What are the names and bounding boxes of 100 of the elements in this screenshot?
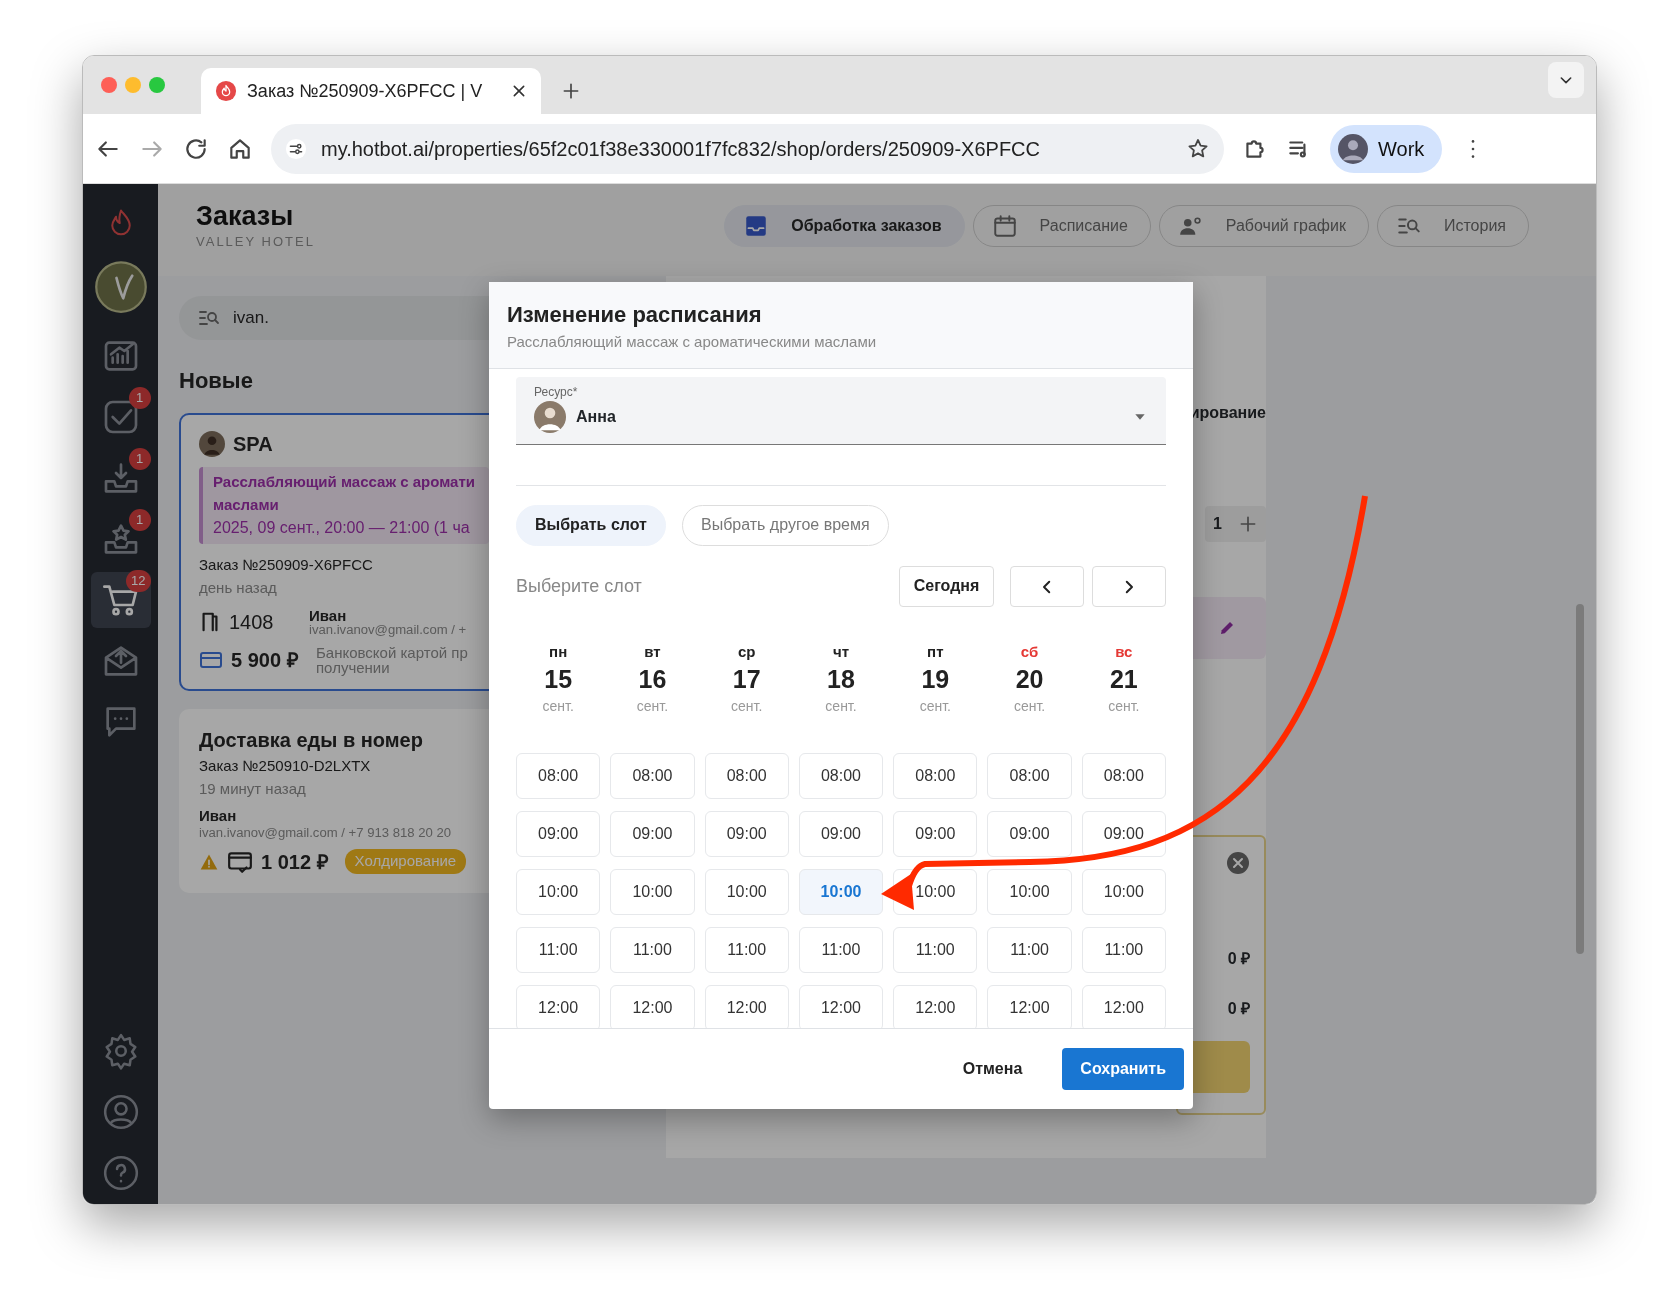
nav-tab[interactable]: Расписание (972, 205, 1151, 247)
tab-list-button[interactable] (1548, 62, 1584, 98)
count-badge: 12 (126, 570, 151, 592)
time-slot[interactable]: 08:00 (704, 752, 789, 799)
hotel-name: VALLEY HOTEL (196, 232, 315, 251)
weekday-label: вс (1114, 641, 1134, 662)
sidebar-item[interactable]: 1 (90, 450, 151, 506)
today-button[interactable]: Сегодня (899, 565, 994, 607)
weekday-label: пн (548, 641, 569, 662)
time-slot[interactable]: 11:00 (1081, 926, 1166, 973)
order-card[interactable]: SPA Расслабляющий массаж с аромати маслами 2025, 09 сент., 20:00 — 21:00 (1 ча Заказ №250909-X6PFCC день назад 1408 Иван ivan.ivanov@gmail.com / + 5 900 ₽ Банковской картой пр получении (179, 413, 489, 691)
time-slot[interactable]: 11:00 (516, 926, 601, 973)
page-title: Заказы (196, 202, 295, 232)
sidebar-item[interactable]: 12 (90, 572, 151, 628)
time-slot[interactable]: 12:00 (893, 984, 978, 1028)
tab-title: Заказ №250909-X6PFCC | V (247, 79, 484, 103)
time-slot[interactable]: 11:00 (610, 926, 695, 973)
time-slot[interactable]: 10:00 (516, 868, 601, 915)
time-slot[interactable]: 10:00 (704, 868, 789, 915)
address-bar[interactable]: my.hotbot.ai/properties/65f2c01f38e330001f7fc832/shop/orders/250909-X6PFCC (271, 123, 1224, 174)
time-slot[interactable]: 09:00 (798, 810, 884, 857)
order-age: день назад (199, 577, 278, 598)
month-label: сент. (730, 696, 764, 716)
mode-tab[interactable]: Выбрать другое время (681, 504, 889, 546)
time-slot[interactable]: 10:00 (610, 868, 695, 915)
time-slot[interactable]: 12:00 (798, 984, 884, 1028)
count-badge: 1 (128, 387, 151, 409)
time-slot[interactable]: 11:00 (987, 926, 1072, 973)
sidebar-item[interactable]: 1 (90, 511, 151, 567)
dialog-subtitle: Расслабляющий массаж с ароматическими маслами (507, 332, 878, 352)
day-number: 17 (731, 664, 762, 695)
maximize-window-button[interactable] (149, 77, 165, 93)
time-slot[interactable]: 09:00 (1081, 810, 1166, 857)
room-number: 1408 (229, 610, 275, 635)
payment-method: Банковской картой пр (316, 645, 468, 660)
order-card[interactable]: Доставка еды в номер Заказ №250910-D2LXTX 19 минут назад Иван ivan.ivanov@gmail.com / +7 913 818 20 20 1 012 ₽ Холдирование (179, 709, 489, 893)
time-slot[interactable]: 08:00 (798, 752, 884, 799)
cancel-button[interactable]: Отмена (956, 1056, 1029, 1082)
order-number: Заказ №250910-D2LXTX (199, 756, 372, 776)
mode-tab[interactable]: Выбрать слот (516, 504, 666, 546)
service-time: 2025, 09 сент., 20:00 — 21:00 (1 ча (213, 518, 471, 538)
person-icon (199, 431, 225, 457)
time-slot[interactable]: 08:00 (516, 752, 601, 799)
time-slot[interactable]: 12:00 (516, 984, 601, 1028)
time-slot[interactable]: 12:00 (987, 984, 1072, 1028)
weekday-label: чт (831, 641, 850, 662)
help-icon (101, 1154, 140, 1192)
time-slot[interactable]: 08:00 (893, 752, 978, 799)
search-field[interactable]: ivan. (179, 296, 489, 340)
profile-button[interactable]: Work (1330, 124, 1443, 173)
time-slot[interactable]: 09:00 (516, 810, 601, 857)
time-slot[interactable]: 12:00 (610, 984, 695, 1028)
time-slot[interactable]: 09:00 (893, 810, 978, 857)
time-slot[interactable]: 12:00 (1081, 984, 1166, 1028)
url-text: my.hotbot.ai/properties/65f2c01f38e330001f7fc832/shop/orders/250909-X6PFCC (321, 136, 1041, 162)
panel-heading: ирование (1189, 403, 1266, 423)
time-slot[interactable]: 11:00 (704, 926, 789, 973)
time-slot[interactable]: 10:00 (1081, 868, 1166, 915)
day-number: 15 (543, 664, 574, 695)
nav-tab[interactable]: Рабочий график (1158, 205, 1369, 247)
time-slot[interactable]: 11:00 (798, 926, 884, 973)
time-slot[interactable]: 12:00 (704, 984, 789, 1028)
time-slot[interactable]: 09:00 (610, 810, 695, 857)
avatar-icon[interactable] (93, 260, 148, 314)
time-slot[interactable]: 09:00 (987, 810, 1072, 857)
order-amount: 1 012 ₽ (261, 849, 329, 875)
site-settings-icon[interactable] (285, 137, 307, 160)
close-window-button[interactable] (101, 77, 117, 93)
payment-method: получении (316, 660, 391, 675)
pencil-icon[interactable] (1218, 619, 1236, 637)
nav-tab[interactable]: Обработка заказов (724, 205, 965, 247)
new-tab-icon[interactable] (561, 81, 581, 101)
month-label: сент. (635, 696, 670, 716)
plus-icon[interactable] (1238, 514, 1258, 534)
resource-select[interactable]: Ресурс* Анна (516, 376, 1166, 445)
time-slot[interactable]: 11:00 (893, 926, 978, 973)
time-slot[interactable]: 08:00 (987, 752, 1072, 799)
time-slot[interactable]: 10:00 (798, 868, 884, 915)
day-number: 20 (1014, 664, 1045, 695)
sidebar-item[interactable]: 1 (90, 389, 151, 445)
guest-name: Иван (199, 808, 238, 823)
day-number: 18 (826, 664, 856, 695)
weekday-label: пт (926, 641, 945, 662)
order-age: 19 минут назад (199, 778, 307, 799)
save-button[interactable]: Сохранить (1062, 1048, 1184, 1090)
total-value: 0 ₽ (1227, 999, 1250, 1019)
day-number: 19 (920, 664, 951, 695)
time-slot[interactable]: 10:00 (987, 868, 1072, 915)
slot-label: Выберите слот (516, 574, 643, 598)
service-name: Расслабляющий массаж с аромати (213, 472, 476, 492)
scrollbar[interactable] (1576, 604, 1584, 954)
field-value: Анна (576, 407, 617, 427)
person-icon (534, 401, 566, 433)
time-slot[interactable]: 08:00 (1081, 752, 1166, 799)
close-icon[interactable] (511, 83, 527, 99)
time-slot[interactable]: 08:00 (610, 752, 695, 799)
time-slot[interactable]: 09:00 (704, 810, 789, 857)
nav-tab[interactable]: История (1376, 205, 1529, 247)
month-label: сент. (541, 696, 575, 716)
browser-tab[interactable]: Заказ №250909-X6PFCC | V (201, 68, 541, 114)
